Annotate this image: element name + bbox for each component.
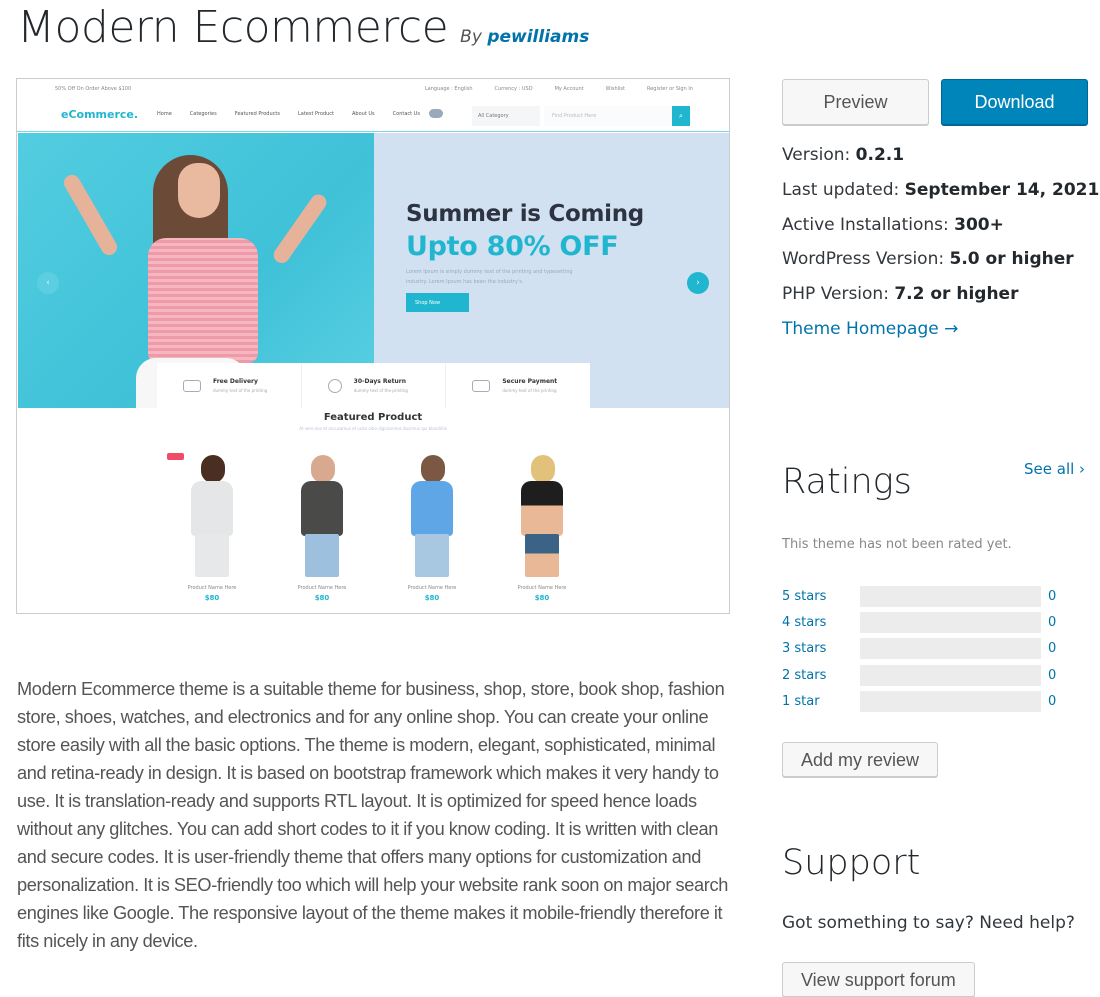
rating-row: 2 stars 0 (782, 662, 1082, 688)
rating-count: 0 (1048, 693, 1057, 709)
ss-currency: Currency : USD (494, 86, 533, 92)
meta-homepage: Theme Homepage → (782, 314, 1099, 349)
theme-screenshot: 50% Off On Order Above $100 Language : E… (16, 78, 730, 614)
ss-search-input: Find Product Here (544, 106, 672, 126)
rating-breakdown: 5 stars 0 4 stars 0 3 stars 0 2 stars 0 … (782, 583, 1082, 714)
ss-logo: eCommerce. (61, 108, 139, 121)
support-text: Got something to say? Need help? (782, 913, 1075, 933)
ratings-title: Ratings (782, 462, 912, 502)
ss-new-badge (167, 453, 184, 460)
ss-register: Register or Sign In (646, 86, 693, 92)
not-rated-text: This theme has not been rated yet. (782, 537, 1012, 552)
ss-nav-home: Home (157, 111, 172, 117)
ss-promo: 50% Off On Order Above $100 (55, 86, 132, 92)
ss-nav-latest: Latest Product (297, 111, 334, 117)
theme-description: Modern Ecommerce theme is a suitable the… (17, 679, 728, 951)
ss-feature: Secure Payment dummy text of the printing (446, 363, 590, 408)
view-support-forum-button[interactable]: View support forum (782, 962, 975, 997)
rating-label-2[interactable]: 2 stars (782, 668, 860, 683)
theme-meta: Version: 0.2.1 Last updated: September 1… (782, 140, 1099, 349)
rating-bar (860, 690, 1041, 712)
rating-row: 3 stars 0 (782, 636, 1082, 662)
ss-product-card: Product Name Here $80 (397, 451, 467, 602)
ss-nav-featured: Featured Products (234, 111, 280, 117)
page-header: Modern Ecommerce By pewilliams (17, 0, 589, 60)
ss-product-image (167, 451, 247, 579)
meta-wp-version: WordPress Version: 5.0 or higher (782, 249, 1074, 270)
ss-product-grid: Product Name Here $80 Product Name Here … (167, 451, 577, 602)
rating-bar (860, 638, 1041, 660)
rating-label-1[interactable]: 1 star (782, 694, 860, 709)
ss-nav-links: Home Categories Featured Products Latest… (157, 111, 420, 117)
rating-label-3[interactable]: 3 stars (782, 641, 860, 656)
ss-nav-about: About Us (352, 111, 375, 117)
rating-bar (860, 585, 1041, 607)
add-review-button[interactable]: Add my review (782, 742, 939, 777)
meta-active-installs: Active Installations: 300+ (782, 214, 1004, 235)
byline: By pewilliams (460, 27, 589, 47)
rating-count: 0 (1048, 614, 1057, 630)
ss-language: Language : English (424, 86, 473, 92)
ss-hero-text: Lorem Ipsum is simply dummy text of the … (406, 269, 573, 285)
meta-last-updated: Last updated: September 14, 2021 (782, 179, 1100, 200)
ss-features: Free Delivery dummy text of the printing … (157, 363, 590, 408)
ss-wishlist: Wishlist (605, 86, 625, 92)
rating-row: 1 star 0 (782, 688, 1082, 714)
ss-shop-now-button: Shop Now (406, 293, 469, 312)
rating-count: 0 (1048, 641, 1057, 657)
preview-button[interactable]: Preview (782, 79, 929, 125)
meta-php-version: PHP Version: 7.2 or higher (782, 284, 1019, 305)
ss-feature: 30-Days Return dummy text of the printing (302, 363, 447, 408)
ss-category-select: All Category (472, 106, 540, 126)
ss-product-image (507, 451, 577, 579)
ss-my-account: My Account (554, 86, 584, 92)
download-button[interactable]: Download (941, 79, 1088, 125)
ss-navbar: eCommerce. Home Categories Featured Prod… (17, 99, 729, 132)
theme-title: Modern Ecommerce (17, 2, 449, 53)
author-link[interactable]: pewilliams (487, 27, 589, 47)
ss-featured-heading: Featured Product At vero eos et accusamu… (299, 412, 447, 431)
rating-row: 4 stars 0 (782, 609, 1082, 635)
ss-product-image (287, 451, 357, 579)
ss-product-image (397, 451, 467, 579)
truck-icon (183, 379, 201, 392)
ss-prev-arrow-icon: ‹ (37, 272, 59, 294)
theme-homepage-link[interactable]: Theme Homepage → (782, 319, 958, 339)
ss-hero-title: Summer is Coming (406, 201, 644, 227)
ss-hero-offer: Upto 80% OFF (406, 231, 619, 262)
ss-product-card: Product Name Here $80 (287, 451, 357, 602)
ss-product-card: Product Name Here $80 (507, 451, 577, 602)
ss-feature: Free Delivery dummy text of the printing (157, 363, 302, 408)
ss-topbar: 50% Off On Order Above $100 Language : E… (17, 79, 729, 99)
ss-nav-contact: Contact Us (392, 111, 420, 117)
rating-bar (860, 611, 1041, 633)
rating-count: 0 (1048, 588, 1057, 604)
ss-cart-icon (429, 109, 443, 118)
support-title: Support (782, 843, 921, 883)
ss-search-icon: ⌕ (672, 106, 690, 126)
rating-count: 0 (1048, 667, 1057, 683)
ss-topbar-links: Language : English Currency : USD My Acc… (425, 86, 693, 92)
rating-label-4[interactable]: 4 stars (782, 615, 860, 630)
rating-label-5[interactable]: 5 stars (782, 589, 860, 604)
payment-icon (472, 379, 491, 392)
meta-version: Version: 0.2.1 (782, 145, 905, 165)
rating-bar (860, 664, 1041, 686)
by-label: By (460, 27, 482, 47)
see-all-reviews-link[interactable]: See all › (1024, 460, 1085, 478)
ss-next-arrow-icon: › (687, 272, 709, 294)
ss-product-card: Product Name Here $80 (167, 451, 247, 602)
ss-nav-categories: Categories (189, 111, 217, 117)
return-icon (327, 378, 342, 393)
rating-row: 5 stars 0 (782, 583, 1082, 609)
